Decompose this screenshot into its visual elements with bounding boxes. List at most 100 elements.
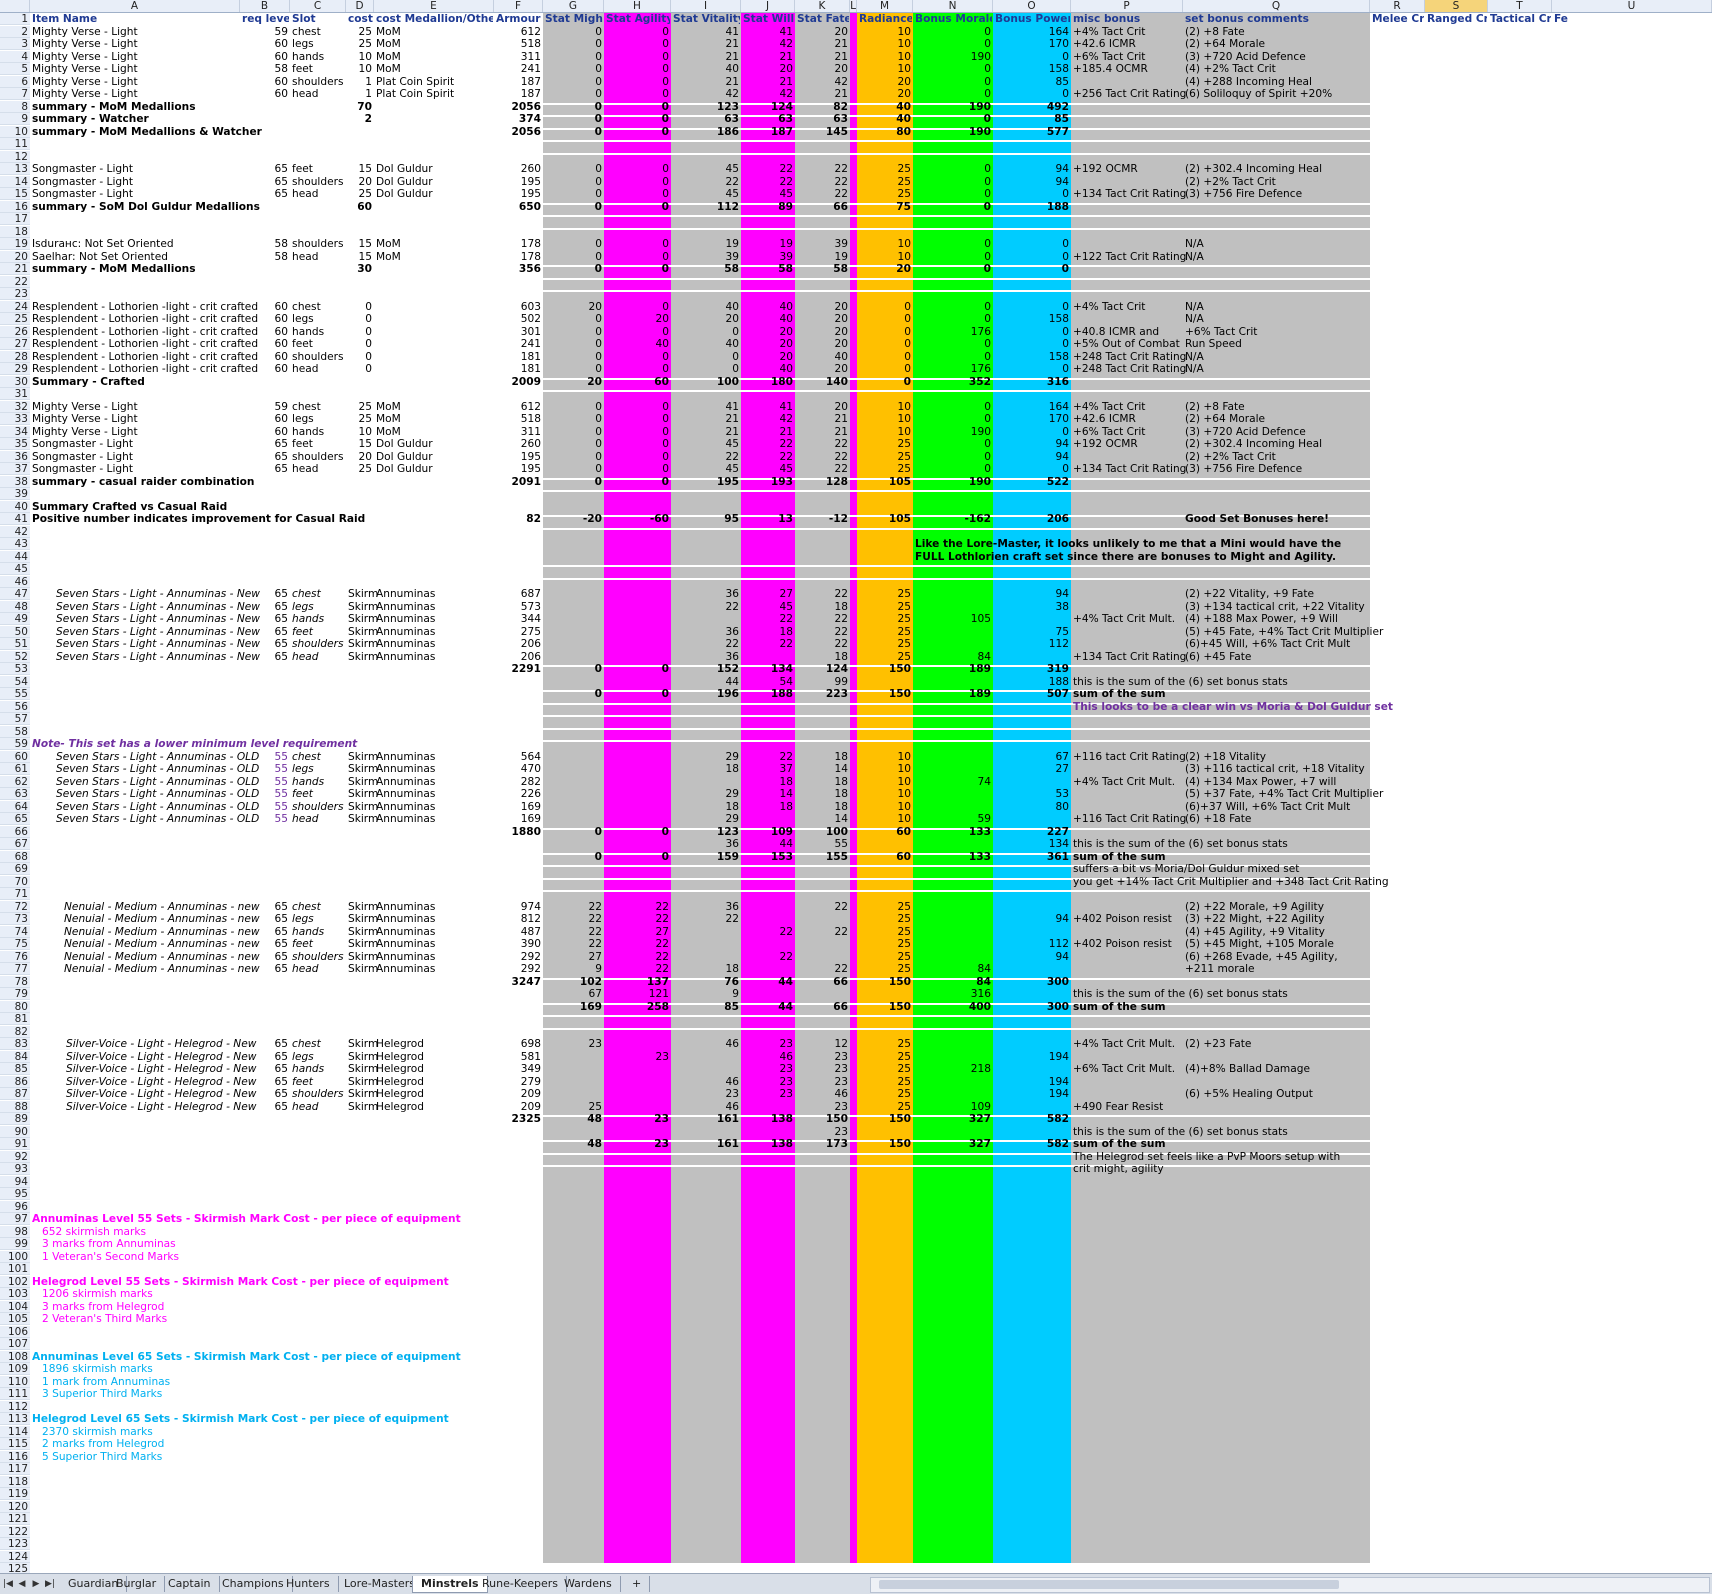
cell-i3[interactable]: 21 — [673, 38, 739, 50]
cell-d28[interactable]: 0 — [346, 351, 372, 363]
cell-q87[interactable]: (6) +5% Healing Output — [1185, 1088, 1368, 1100]
cell-f85[interactable]: 349 — [496, 1063, 541, 1075]
cell-f77[interactable]: 292 — [496, 963, 541, 975]
cell-i15[interactable]: 45 — [673, 188, 739, 200]
row-header[interactable]: 53 — [0, 663, 30, 675]
cell-h4[interactable]: 0 — [606, 51, 669, 63]
cell-d51[interactable]: Skirm — [348, 638, 378, 650]
cell-q24[interactable]: N/A — [1185, 301, 1368, 313]
cell-g28[interactable]: 0 — [545, 351, 602, 363]
cell-p90[interactable]: this is the sum of the (6) set bonus sta… — [1073, 1126, 1288, 1138]
row-header[interactable]: 91 — [0, 1138, 30, 1150]
cell-i61[interactable]: 18 — [673, 763, 739, 775]
cell-a113[interactable]: Helegrod Level 65 Sets - Skirmish Mark C… — [32, 1413, 449, 1425]
cell-f9[interactable]: 374 — [496, 113, 541, 125]
cell-h89[interactable]: 23 — [606, 1113, 669, 1125]
cell-p32[interactable]: +4% Tact Crit — [1073, 401, 1181, 413]
cell-m35[interactable]: 25 — [859, 438, 911, 450]
cell-b20[interactable]: 58 — [242, 251, 288, 263]
column-header-n[interactable]: N — [913, 0, 993, 12]
cell-j35[interactable]: 22 — [743, 438, 793, 450]
cell-p55[interactable]: sum of the sum — [1073, 688, 1181, 700]
header-morale[interactable]: Bonus Morale — [915, 13, 992, 25]
cell-h53[interactable]: 0 — [606, 663, 669, 675]
cell-n10[interactable]: 190 — [915, 126, 991, 138]
cell-f10[interactable]: 2056 — [496, 126, 542, 138]
row-header[interactable]: 35 — [0, 438, 30, 450]
cell-i4[interactable]: 21 — [673, 51, 739, 63]
row-header[interactable]: 61 — [0, 763, 30, 775]
cell-d47[interactable]: Skirm — [348, 588, 378, 600]
cell-m24[interactable]: 0 — [859, 301, 911, 313]
cell-e47[interactable]: Annuminas — [376, 588, 492, 600]
cell-o33[interactable]: 170 — [995, 413, 1069, 425]
row-header[interactable]: 38 — [0, 475, 30, 488]
cell-n62[interactable]: 74 — [915, 776, 991, 788]
cell-b77[interactable]: 65 — [242, 963, 288, 975]
cell-d73[interactable]: Skirm — [348, 913, 378, 925]
cell-h7[interactable]: 0 — [606, 88, 669, 100]
cell-a6[interactable]: Mighty Verse - Light — [32, 76, 238, 88]
cell-j76[interactable]: 22 — [743, 951, 793, 963]
cell-o35[interactable]: 94 — [995, 438, 1069, 450]
cell-a3[interactable]: Mighty Verse - Light — [32, 38, 238, 50]
cell-b62[interactable]: 55 — [242, 776, 288, 788]
cell-i19[interactable]: 19 — [673, 238, 739, 250]
cell-c77[interactable]: head — [292, 963, 344, 975]
cell-h34[interactable]: 0 — [606, 426, 669, 438]
cell-a20[interactable]: Saelhar: Not Set Oriented — [32, 251, 238, 263]
row-header[interactable]: 43 — [0, 538, 30, 550]
cell-g68[interactable]: 0 — [545, 851, 602, 863]
row-header[interactable]: 68 — [0, 850, 30, 863]
cell-c50[interactable]: feet — [292, 626, 344, 638]
cell-j38[interactable]: 193 — [743, 476, 793, 488]
cell-a77[interactable]: Nenuial - Medium - Annuminas - new — [64, 963, 270, 975]
cell-a28[interactable]: Resplendent - Lothorien -light - crit cr… — [32, 351, 258, 363]
cell-g76[interactable]: 27 — [545, 951, 602, 963]
cell-a38[interactable]: summary - casual raider combination — [32, 476, 254, 488]
cell-a5[interactable]: Mighty Verse - Light — [32, 63, 238, 75]
row-header[interactable]: 7 — [0, 88, 30, 100]
row-header[interactable]: 107 — [0, 1338, 30, 1350]
cell-a52[interactable]: Seven Stars - Light - Annuminas - New — [56, 651, 262, 663]
cell-d60[interactable]: Skirm — [348, 751, 378, 763]
cell-m4[interactable]: 10 — [859, 51, 911, 63]
row-header[interactable]: 11 — [0, 138, 30, 150]
cell-e65[interactable]: Annuminas — [376, 813, 492, 825]
cell-f28[interactable]: 181 — [496, 351, 541, 363]
cell-h26[interactable]: 0 — [606, 326, 669, 338]
cell-n77[interactable]: 84 — [915, 963, 991, 975]
row-header[interactable]: 64 — [0, 800, 30, 813]
cell-h78[interactable]: 137 — [606, 976, 669, 988]
row-header[interactable]: 86 — [0, 1075, 30, 1088]
cell-q6[interactable]: (4) +288 Incoming Heal — [1185, 76, 1368, 88]
cell-i35[interactable]: 45 — [673, 438, 739, 450]
cell-b36[interactable]: 65 — [242, 451, 288, 463]
row-header[interactable]: 115 — [0, 1438, 30, 1450]
cell-m66[interactable]: 60 — [859, 826, 911, 838]
cell-j47[interactable]: 27 — [743, 588, 793, 600]
row-header[interactable]: 77 — [0, 963, 30, 975]
row-header[interactable]: 27 — [0, 338, 30, 350]
cell-p6[interactable] — [1073, 76, 1181, 88]
cell-g27[interactable]: 0 — [545, 338, 602, 350]
cell-q35[interactable]: (2) +302.4 Incoming Heal — [1185, 438, 1368, 450]
cell-a72[interactable]: Nenuial - Medium - Annuminas - new — [64, 901, 270, 913]
cell-e73[interactable]: Annuminas — [376, 913, 492, 925]
row-header[interactable]: 66 — [0, 825, 30, 838]
cell-a109[interactable]: 1896 skirmish marks — [42, 1363, 248, 1375]
cell-f26[interactable]: 301 — [496, 326, 541, 338]
cell-b50[interactable]: 65 — [242, 626, 288, 638]
header-tactical[interactable]: Tactical Crit — [1490, 13, 1551, 25]
row-header[interactable]: 32 — [0, 400, 30, 413]
cell-k51[interactable]: 22 — [797, 638, 848, 650]
cell-h91[interactable]: 23 — [606, 1138, 669, 1150]
cell-d72[interactable]: Skirm — [348, 901, 378, 913]
cell-b87[interactable]: 65 — [242, 1088, 288, 1100]
cell-o27[interactable]: 0 — [995, 338, 1069, 350]
cell-p67[interactable]: this is the sum of the (6) set bonus sta… — [1073, 838, 1288, 850]
cell-e6[interactable]: Plat Coin Spirit — [376, 76, 492, 88]
row-header[interactable]: 25 — [0, 313, 30, 325]
cell-p24[interactable]: +4% Tact Crit — [1073, 301, 1181, 313]
row-header[interactable]: 74 — [0, 925, 30, 938]
